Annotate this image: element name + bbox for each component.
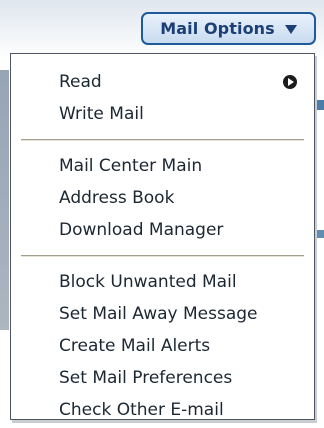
menu-item-write-mail[interactable]: Write Mail bbox=[59, 98, 314, 130]
mail-options-button[interactable]: Mail Options bbox=[141, 12, 316, 45]
menu-item-read[interactable]: Read bbox=[59, 66, 314, 98]
menu-item-mail-center-main[interactable]: Mail Center Main bbox=[59, 150, 314, 182]
menu-section-read-write: Read Write Mail bbox=[11, 54, 314, 130]
menu-separator bbox=[21, 255, 304, 257]
chevron-down-icon bbox=[284, 25, 297, 34]
menu-separator bbox=[21, 139, 304, 141]
menu-item-download-manager[interactable]: Download Manager bbox=[59, 214, 314, 246]
menu-item-create-mail-alerts[interactable]: Create Mail Alerts bbox=[59, 330, 314, 362]
background-page-fragment bbox=[316, 230, 324, 238]
menu-item-set-mail-away-message[interactable]: Set Mail Away Message bbox=[59, 298, 314, 330]
menu-item-set-mail-preferences[interactable]: Set Mail Preferences bbox=[59, 362, 314, 394]
menu-item-check-other-email[interactable]: Check Other E-mail bbox=[59, 394, 314, 426]
background-page-fragment bbox=[314, 100, 324, 110]
menu-section-settings: Block Unwanted Mail Set Mail Away Messag… bbox=[11, 266, 314, 426]
menu-item-address-book[interactable]: Address Book bbox=[59, 182, 314, 214]
mail-options-menu: Read Write Mail Mail Center Main Address… bbox=[10, 53, 315, 420]
submenu-arrow-icon[interactable] bbox=[283, 75, 297, 89]
menu-item-block-unwanted-mail[interactable]: Block Unwanted Mail bbox=[59, 266, 314, 298]
mail-options-label: Mail Options bbox=[160, 19, 275, 38]
background-page-edge bbox=[0, 70, 9, 330]
menu-section-mail-center: Mail Center Main Address Book Download M… bbox=[11, 150, 314, 246]
mail-options-stage: Mail Options Read Write Mail Mail Center… bbox=[0, 0, 324, 428]
